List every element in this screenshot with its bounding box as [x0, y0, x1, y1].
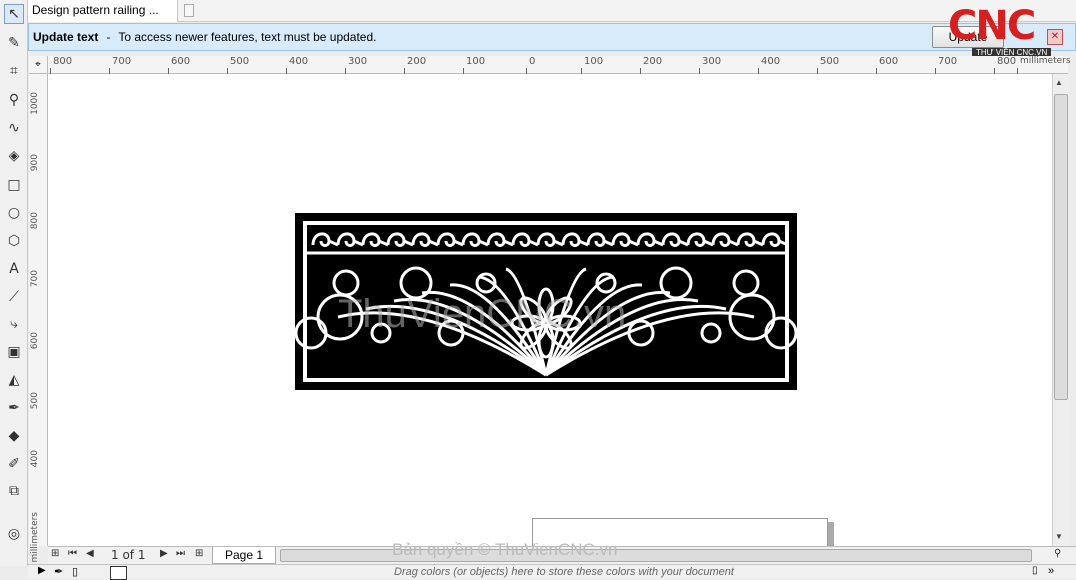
- outline-pen-icon[interactable]: ✐: [4, 454, 24, 474]
- eyedropper-palette-icon[interactable]: ✒: [54, 565, 63, 578]
- add-page-icon[interactable]: ⊞: [51, 548, 59, 559]
- zoom-tool-icon[interactable]: ⚲: [4, 90, 24, 110]
- scroll-down-icon[interactable]: ▼: [1055, 532, 1063, 541]
- ruler-tick: 800: [30, 212, 40, 230]
- shape-tool-icon[interactable]: ✎: [4, 33, 24, 53]
- ruler-tick: 300: [698, 56, 722, 74]
- ruler-tick: 100: [462, 56, 486, 74]
- crop-tool-icon[interactable]: ⌗: [4, 61, 24, 81]
- ruler-tick: 800: [49, 56, 73, 74]
- ruler-tick: 100: [580, 56, 604, 74]
- ellipse-tool-icon[interactable]: ○: [4, 203, 24, 223]
- last-page-icon[interactable]: ⏭: [176, 548, 185, 559]
- dimension-tool-icon[interactable]: ⟋: [4, 287, 24, 307]
- ruler-tick: 900: [30, 154, 40, 172]
- ruler-tick: 500: [30, 392, 40, 410]
- first-page-icon[interactable]: ⏮: [68, 548, 77, 559]
- drop-shadow-icon[interactable]: ▣: [4, 342, 24, 362]
- text-tool-icon[interactable]: A: [4, 259, 24, 279]
- no-color-swatch[interactable]: [110, 566, 127, 580]
- transparency-icon[interactable]: ◭: [4, 370, 24, 390]
- notification-separator: -: [106, 30, 111, 44]
- document-tab[interactable]: Design pattern railing ...: [28, 0, 178, 22]
- ruler-tick: 200: [403, 56, 427, 74]
- ruler-tick: 400: [30, 450, 40, 468]
- palette-expand-icon[interactable]: »: [1048, 565, 1054, 577]
- vertical-scroll-thumb[interactable]: [1054, 94, 1068, 400]
- ruler-tick: 800: [993, 56, 1017, 74]
- previous-page-icon[interactable]: ◀: [86, 548, 94, 559]
- pick-tool-icon[interactable]: ↖: [4, 4, 24, 24]
- ruler-tick: 700: [108, 56, 132, 74]
- ruler-tick: 600: [30, 332, 40, 350]
- zoom-icon[interactable]: ⚲: [1054, 548, 1061, 559]
- ruler-tick: 400: [285, 56, 309, 74]
- rectangle-tool-icon[interactable]: □: [4, 175, 24, 195]
- palette-drag-hint: Drag colors (or objects) here to store t…: [394, 566, 734, 578]
- ruler-unit: millimeters: [30, 512, 40, 563]
- connector-tool-icon[interactable]: ⤷: [4, 314, 24, 334]
- new-tab-icon[interactable]: [184, 4, 194, 17]
- ruler-tick: 600: [167, 56, 191, 74]
- toolbox-options-icon[interactable]: ◎: [4, 524, 24, 544]
- freehand-tool-icon[interactable]: ∿: [4, 118, 24, 138]
- ruler-tick: 1000: [30, 92, 40, 115]
- toolbox: ↖ ✎ ⌗ ⚲ ∿ ◈ □ ○ ⬡ A ⟋ ⤷ ▣ ◭ ✒ ◆ ✐ ⧉ ◎: [0, 0, 28, 566]
- ruler-tick: 600: [875, 56, 899, 74]
- polygon-tool-icon[interactable]: ⬡: [4, 231, 24, 251]
- color-eyedropper-icon[interactable]: ⧉: [4, 481, 24, 501]
- ruler-unit: millimeters: [1017, 56, 1071, 74]
- page-tab[interactable]: Page 1: [212, 547, 276, 564]
- smart-fill-icon[interactable]: ◈: [4, 146, 24, 166]
- ruler-tick: 500: [816, 56, 840, 74]
- notification-message: To access newer features, text must be u…: [118, 30, 377, 44]
- interactive-fill-icon[interactable]: ◆: [4, 426, 24, 446]
- notification-title: Update text: [33, 30, 99, 44]
- eyedropper-icon[interactable]: ✒: [4, 398, 24, 418]
- watermark-text: ThuVienCNC.vn: [338, 292, 627, 336]
- ruler-tick: 700: [30, 270, 40, 288]
- ruler-tick: 700: [934, 56, 958, 74]
- ruler-tick: 300: [344, 56, 368, 74]
- palette-scroll-icon[interactable]: ▯: [1032, 565, 1038, 576]
- ruler-tick: 500: [226, 56, 250, 74]
- drawing-canvas[interactable]: ThuVienCNC.vn: [48, 74, 1052, 546]
- page-shadow: [828, 522, 834, 546]
- page-counter: 1 of 1: [111, 548, 146, 562]
- next-page-icon[interactable]: ▶: [160, 548, 168, 559]
- document-tab-strip: Design pattern railing ...: [28, 0, 1076, 22]
- palette-arrow-icon[interactable]: ▶: [38, 565, 46, 576]
- vertical-ruler[interactable]: 1000 900 800 700 600 500 400 millimeters: [29, 74, 48, 563]
- ruler-origin-icon[interactable]: ⌖: [29, 56, 48, 74]
- copyright-watermark: Bản quyền © ThuVienCNC.vn: [392, 540, 618, 559]
- add-page-after-icon[interactable]: ⊞: [195, 548, 203, 559]
- scroll-up-icon[interactable]: ▲: [1055, 78, 1063, 87]
- vertical-scrollbar[interactable]: ▲ ▼: [1052, 74, 1069, 546]
- ruler-tick: 200: [639, 56, 663, 74]
- palette-options-icon[interactable]: ▯: [72, 565, 78, 578]
- cnc-logo: CNC THƯ VIỆN CNC.VN: [948, 4, 1068, 60]
- update-text-notification: Update text - To access newer features, …: [28, 23, 1076, 51]
- ruler-tick: 0: [525, 56, 536, 74]
- logo-text: CNC: [948, 3, 1036, 49]
- ruler-tick: 400: [757, 56, 781, 74]
- document-palette-bar: ▶ ✒ ▯ Drag colors (or objects) here to s…: [28, 564, 1076, 580]
- horizontal-ruler[interactable]: 800 700 600 500 400 300 200 100 0 100 20…: [48, 56, 1071, 74]
